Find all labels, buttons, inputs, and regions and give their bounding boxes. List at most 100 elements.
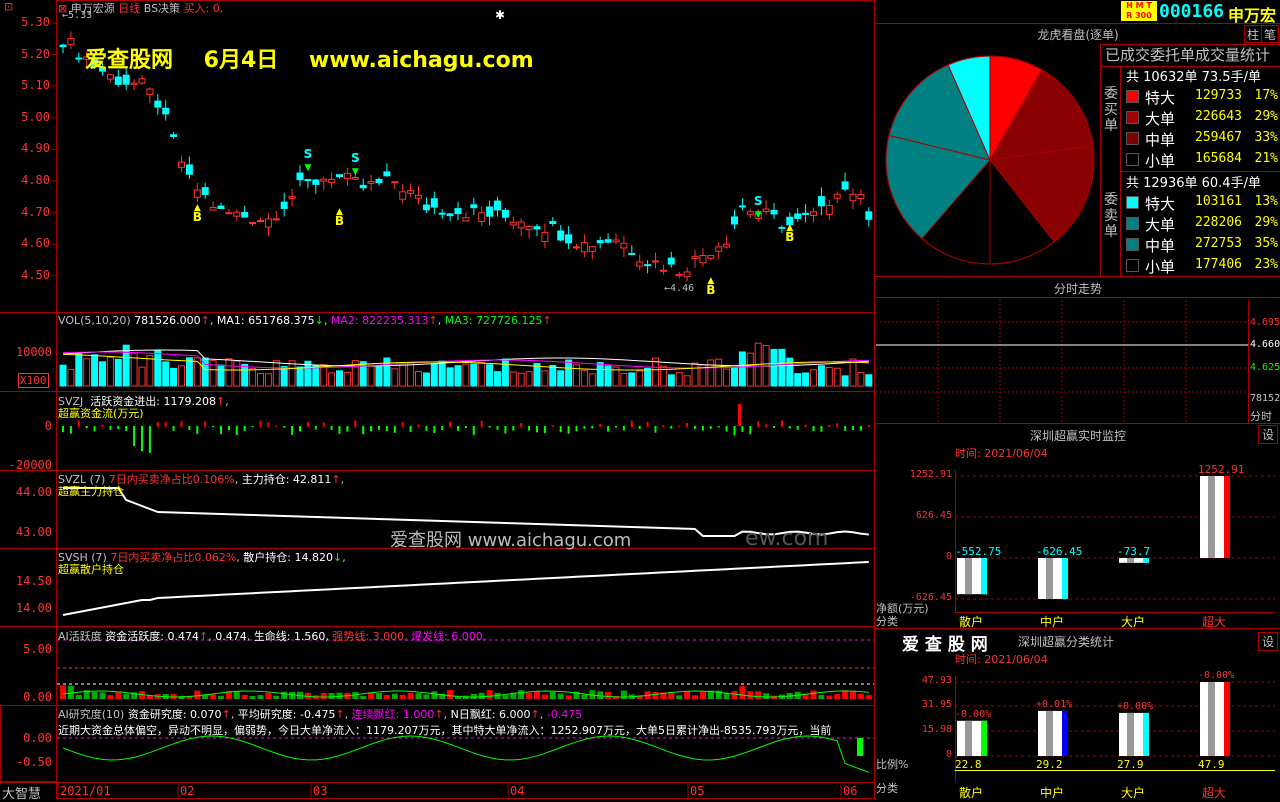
vol-unit-badge[interactable]: X100 xyxy=(18,373,49,388)
ai-active-bar xyxy=(218,695,224,699)
volume-bar xyxy=(312,364,320,387)
ai-active-bar xyxy=(502,695,509,699)
hmt-badge[interactable]: H M TR 300 xyxy=(1121,1,1157,21)
svzj-bar xyxy=(125,426,128,431)
price-tick: 4.80 xyxy=(21,173,50,187)
ai-active-bar xyxy=(391,693,398,699)
svzj-bar xyxy=(733,426,736,436)
app-brand: 大智慧 xyxy=(2,787,42,802)
svzj-bar xyxy=(528,426,531,431)
volume-bar xyxy=(723,368,731,387)
candle-body xyxy=(336,174,343,178)
volume-bar xyxy=(99,361,106,387)
candle-body xyxy=(407,190,415,194)
longhu-sell-row-pct: 23% xyxy=(1254,257,1278,272)
period-label[interactable]: 日线 xyxy=(118,2,140,15)
monitor-settings-button[interactable]: 设 xyxy=(1258,425,1278,444)
classify-bar xyxy=(1038,710,1068,756)
candle-body xyxy=(233,211,241,217)
volume-bar xyxy=(849,358,857,387)
volume-bar xyxy=(162,361,170,387)
bs-signal-arrow: ▼ xyxy=(304,163,311,173)
candle-body xyxy=(644,264,652,267)
pie-slice xyxy=(885,134,991,240)
volume-bar xyxy=(509,371,517,387)
volume-bar xyxy=(75,353,83,387)
volume-bar xyxy=(604,365,612,387)
classify-category: 中户 xyxy=(1040,786,1065,800)
bs-signal-arrow: ▲ xyxy=(707,276,714,286)
monitor-category: 中户 xyxy=(1040,615,1065,629)
candle-body xyxy=(272,218,280,221)
svsh-subtitle: 超赢散户持仓 xyxy=(58,563,124,576)
watermark-url: www.aichagu.com xyxy=(308,48,534,73)
volume-bar xyxy=(691,362,699,387)
candle-body xyxy=(454,208,462,215)
svzj-bar xyxy=(852,426,854,430)
svzj-bar xyxy=(583,426,586,429)
ai-active-bar xyxy=(541,694,548,699)
fenshi-label: 分时 xyxy=(1250,410,1272,423)
bs-signal-arrow: ▲ xyxy=(336,207,343,217)
classify-bar-change: +0.00% xyxy=(1117,700,1154,712)
candle-body xyxy=(193,189,201,198)
candle-body xyxy=(478,212,486,222)
ai-active-bar xyxy=(210,694,217,699)
longhu-sell-row-pct: 35% xyxy=(1254,236,1278,251)
ai-active-bar xyxy=(447,690,454,699)
ai-active-bar xyxy=(534,691,540,699)
longhu-sell-swatch xyxy=(1126,238,1139,251)
longhu-buy-row-pct: 21% xyxy=(1254,151,1278,166)
classify-bar-value: 27.9 xyxy=(1117,758,1144,771)
menu-icon[interactable]: ⊡ xyxy=(4,0,13,13)
longhu-sell-row-value: 103161 xyxy=(1195,194,1242,209)
volume-bar xyxy=(407,362,415,387)
svzj-bar xyxy=(678,425,681,427)
svzj-bar xyxy=(85,426,88,429)
candle-body xyxy=(146,88,154,95)
svzj-bar xyxy=(172,426,175,431)
svzj-bar xyxy=(804,424,807,427)
candle-body xyxy=(304,179,312,182)
monitor-bar-label: -626.45 xyxy=(1036,545,1083,558)
candle-body xyxy=(225,212,233,215)
fenshi-price-2: 4.660 xyxy=(1250,339,1280,350)
candle-body xyxy=(415,194,422,199)
longhu-buy-row-value: 165684 xyxy=(1195,151,1242,166)
fenshi-title[interactable]: 分时走势 xyxy=(876,280,1280,297)
candle-body xyxy=(501,209,509,218)
monitor-bar-label: -552.75 xyxy=(955,545,1002,558)
monitor-bar-label: 1252.91 xyxy=(1198,463,1245,476)
svzj-bar xyxy=(670,426,673,429)
quote-code[interactable]: 000166 xyxy=(1159,1,1224,22)
ai-active-bar xyxy=(415,693,422,699)
volume-bar xyxy=(280,366,288,387)
volume-bar xyxy=(114,358,122,387)
ai-active-bar xyxy=(518,690,525,699)
volume-bar xyxy=(588,373,596,387)
svzj-bar xyxy=(220,426,222,435)
candle-body xyxy=(391,181,399,184)
svzj-bar xyxy=(591,426,594,429)
bs-signal-arrow: ▲ xyxy=(194,203,201,213)
svzj-bar xyxy=(765,424,768,427)
classify-axis-tick: 47.93 xyxy=(921,675,952,686)
ai-active-bar xyxy=(241,694,248,699)
classify-settings-button[interactable]: 设 xyxy=(1258,632,1278,651)
candle-body xyxy=(620,242,628,249)
date-tick: 02 xyxy=(180,784,195,798)
pie-slice xyxy=(921,158,991,265)
watermark-site: 爱查股网 xyxy=(85,48,174,73)
svzj-bar xyxy=(717,426,720,428)
svzj-bar xyxy=(346,426,349,432)
ai-active-bar xyxy=(60,685,66,699)
candle-body xyxy=(494,200,501,211)
date-tick: 06 xyxy=(843,784,858,798)
longhu-sell-swatch xyxy=(1126,196,1139,209)
candle-body xyxy=(628,252,636,255)
ai-active-bar xyxy=(526,692,533,699)
svzj-bar xyxy=(867,424,870,427)
classify-bar-edge xyxy=(981,720,987,756)
date-tick: 03 xyxy=(313,784,328,798)
classify-xlabel: 分类 xyxy=(876,782,898,795)
